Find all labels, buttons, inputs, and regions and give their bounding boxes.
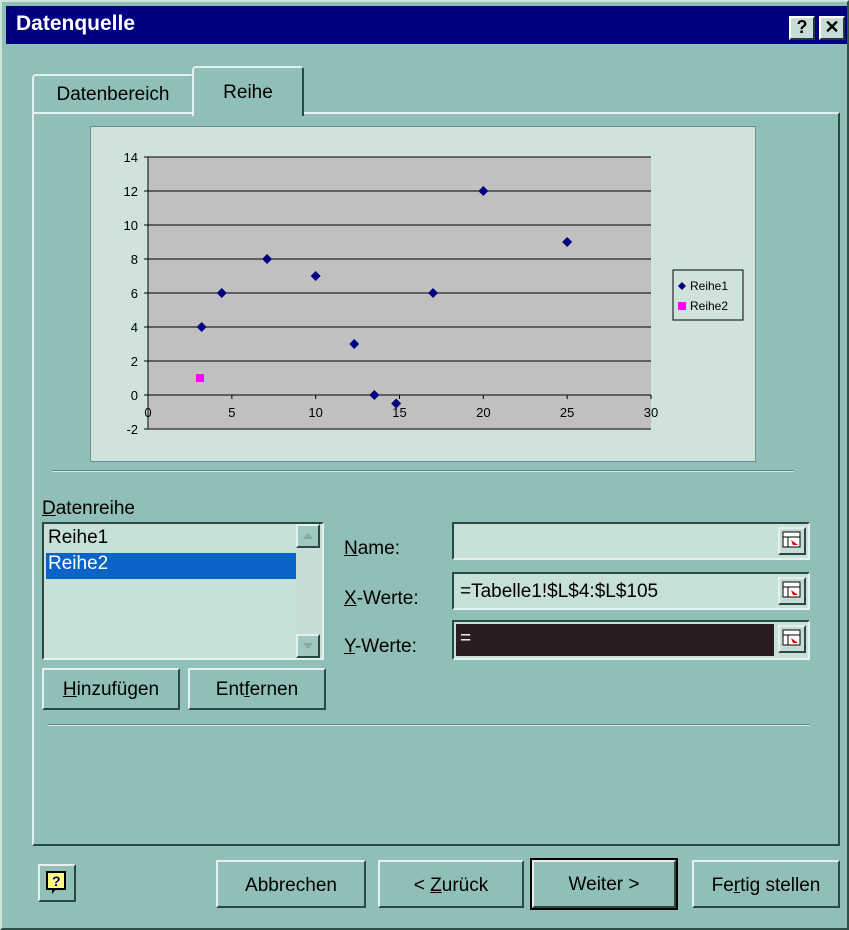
- tab-reihe-label: Reihe: [223, 82, 273, 103]
- y-tick-label: 12: [124, 184, 138, 199]
- range-collapse-button-x[interactable]: [778, 577, 806, 605]
- title-bar[interactable]: Datenquelle ? ✕: [6, 6, 847, 44]
- y-values-text: =: [460, 628, 472, 649]
- series-listbox[interactable]: Reihe1 Reihe2: [42, 522, 324, 660]
- x-tick-label: 10: [308, 405, 322, 420]
- datenreihe-label: Datenreihe: [42, 498, 135, 519]
- name-field[interactable]: [452, 522, 810, 560]
- scroll-up-button[interactable]: [296, 524, 320, 548]
- tab-datenbereich-label: Datenbereich: [56, 84, 170, 105]
- y-values-field[interactable]: =: [452, 620, 810, 660]
- list-item-label: Reihe1: [48, 527, 109, 548]
- close-button[interactable]: ✕: [819, 16, 845, 40]
- x-tick-label: 25: [560, 405, 574, 420]
- tab-reihe[interactable]: Reihe: [192, 66, 304, 116]
- y-tick-label: -2: [126, 422, 138, 437]
- x-tick-label: 15: [392, 405, 406, 420]
- legend-marker: [678, 302, 686, 310]
- x-tick-label: 30: [644, 405, 658, 420]
- cancel-button[interactable]: Abbrechen: [216, 860, 366, 908]
- range-collapse-button-y[interactable]: [778, 625, 806, 653]
- question-mark-icon: ?: [796, 17, 808, 37]
- dialog-title: Datenquelle: [16, 12, 136, 35]
- arrow-up-icon: [303, 533, 313, 539]
- x-values-text: =Tabelle1!$L$4:$L$105: [460, 581, 659, 602]
- finish-button[interactable]: Fertig stellen: [692, 860, 840, 908]
- add-series-button[interactable]: Hinzufügen: [42, 668, 180, 710]
- help-button[interactable]: ?: [789, 16, 815, 40]
- x-tick-label: 0: [144, 405, 151, 420]
- y-tick-label: 4: [131, 320, 138, 335]
- x-values-field[interactable]: =Tabelle1!$L$4:$L$105: [452, 572, 810, 610]
- next-button[interactable]: Weiter >: [530, 858, 678, 910]
- name-label: Name:: [344, 538, 400, 559]
- y-tick-label: 0: [131, 388, 138, 403]
- scroll-down-button[interactable]: [296, 634, 320, 658]
- next-label: Weiter >: [568, 874, 640, 895]
- legend-label: Reihe1: [690, 279, 728, 293]
- x-values-label: X-Werte:: [344, 588, 419, 609]
- datenquelle-dialog: Datenquelle ? ✕ Datenbereich Reihe 14 12 1…: [0, 0, 849, 930]
- tab-datenbereich[interactable]: Datenbereich: [32, 74, 194, 112]
- remove-series-button[interactable]: Entfernen: [188, 668, 326, 710]
- y-values-input[interactable]: =: [456, 624, 774, 656]
- y-tick-label: 2: [131, 354, 138, 369]
- y-values-label: Y-Werte:: [344, 636, 417, 657]
- x-tick-label: 20: [476, 405, 490, 420]
- scatter-chart: 14121086420-20 5 10 15 20 25 30Reihe1Reihe2: [124, 150, 744, 437]
- x-tick-label: 5: [228, 405, 235, 420]
- range-select-icon: [782, 581, 801, 598]
- list-item-reihe2[interactable]: Reihe2: [46, 553, 296, 579]
- chart-preview: 14 12 10 8 6 4 2 0 -2 0 5 10 15 20 25 30 Reihe1 Reihe2: [90, 126, 756, 462]
- range-select-icon: [782, 531, 801, 548]
- list-scrollbar[interactable]: [296, 524, 322, 658]
- separator-top: [52, 470, 794, 472]
- list-item-label: Reihe2: [48, 553, 109, 574]
- arrow-down-icon: [303, 643, 313, 649]
- y-tick-label: 8: [131, 252, 138, 267]
- data-point: [195, 374, 204, 382]
- help-assistant-icon: ?: [46, 871, 66, 894]
- y-tick-label: 10: [124, 218, 138, 233]
- list-item-reihe1[interactable]: Reihe1: [46, 527, 296, 553]
- office-assistant-button[interactable]: ?: [38, 864, 76, 902]
- y-tick-label: 6: [131, 286, 138, 301]
- cancel-label: Abbrechen: [245, 875, 337, 896]
- svg-text:?: ?: [52, 873, 61, 889]
- legend-label: Reihe2: [690, 299, 728, 313]
- separator-bottom: [48, 724, 810, 726]
- range-select-icon: [782, 629, 801, 646]
- y-tick-label: 14: [124, 150, 138, 165]
- close-icon: ✕: [824, 17, 840, 37]
- range-collapse-button-name[interactable]: [778, 527, 806, 555]
- back-button[interactable]: < Zurück: [378, 860, 524, 908]
